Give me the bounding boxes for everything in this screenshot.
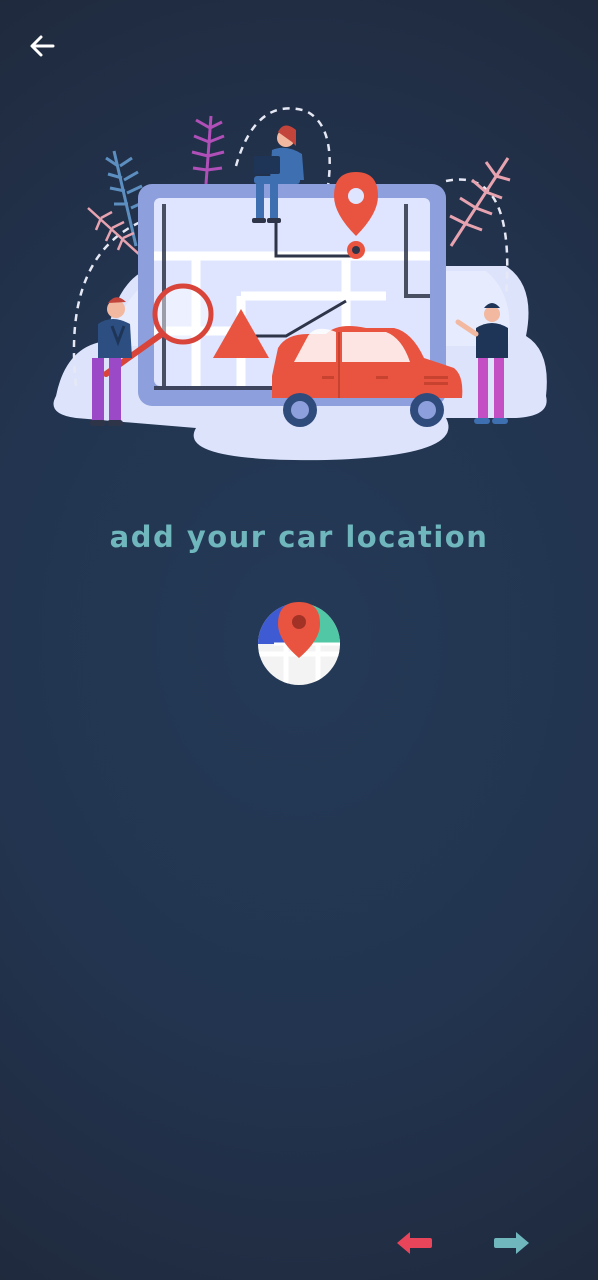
previous-button[interactable] bbox=[392, 1226, 436, 1260]
plant-top-purple bbox=[191, 115, 225, 185]
arrow-right-icon bbox=[494, 1232, 529, 1254]
back-button[interactable] bbox=[22, 26, 62, 66]
next-button[interactable] bbox=[490, 1226, 534, 1260]
arrow-left-icon bbox=[30, 35, 55, 57]
add-location-button[interactable] bbox=[256, 598, 342, 688]
page-title: add your car location bbox=[109, 520, 489, 554]
arrow-left-icon bbox=[397, 1232, 432, 1254]
car-location-illustration bbox=[53, 107, 547, 461]
plant-right-pink bbox=[449, 157, 511, 247]
map-pin-location-icon bbox=[258, 602, 340, 685]
